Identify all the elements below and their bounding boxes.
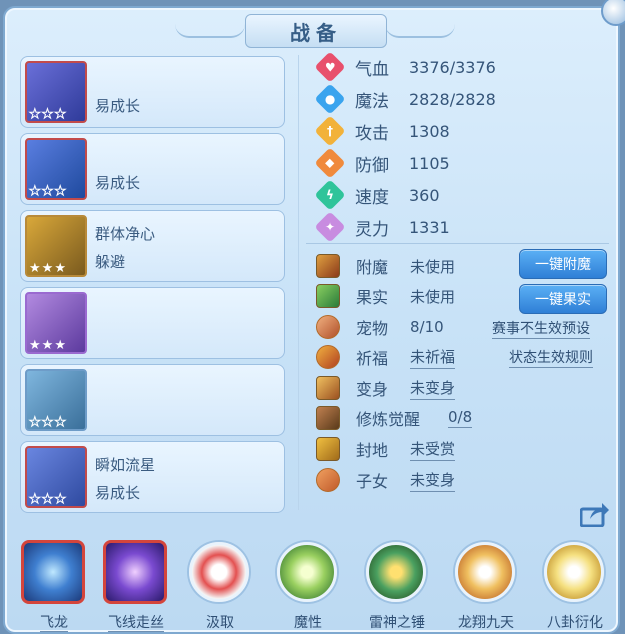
skill-5[interactable]: 雷神之锤 (362, 540, 432, 634)
stat-mp: ● 魔法 2828/2828 (314, 83, 496, 115)
skill-label: 龙翔九天 (458, 615, 514, 631)
skill-6[interactable]: 龙翔九天 (451, 540, 521, 634)
transform-link[interactable]: 未变身 (410, 377, 456, 400)
star-rating: ★ ★ ★ (29, 338, 66, 353)
lightning-icon: ϟ (314, 179, 346, 211)
info-fief: 封地 未受赏 (316, 435, 456, 463)
shield-icon: ◆ (314, 147, 346, 179)
fruit-icon (316, 284, 340, 308)
blessing-icon (316, 345, 340, 369)
info-children: 子女 未变身 (316, 466, 456, 494)
skill-label: 飞线走丝 (108, 615, 164, 632)
skill-label: 雷神之锤 (369, 615, 425, 631)
star-rating: ★ ★ ★ (29, 415, 67, 430)
demon-skill-icon (277, 542, 337, 602)
sword-icon: † (314, 115, 346, 147)
stat-hp: ♥ 气血 3376/3376 (314, 51, 496, 83)
item-skill: 群体净心 (95, 225, 156, 243)
cultivation-icon (316, 406, 340, 430)
share-icon[interactable] (580, 501, 610, 527)
fief-icon (316, 437, 340, 461)
page-title: 战备 (245, 14, 387, 48)
status-rules-link[interactable]: 状态生效规则 (509, 347, 593, 368)
equipment-slot-3[interactable]: ★ ★ ★ 群体净心 躲避 (20, 210, 285, 282)
info-blessing: 祈福 未祈福 (316, 343, 456, 371)
skill-label: 八卦衍化 (547, 615, 603, 631)
children-icon (316, 468, 340, 492)
skill-2[interactable]: 飞线走丝 (101, 540, 171, 634)
info-enchant: 附魔 未使用 (316, 252, 455, 280)
equipment-slot-6[interactable]: ★ ★ ★ 瞬如流星 易成长 (20, 441, 285, 513)
skill-1[interactable]: 飞龙 (19, 540, 89, 634)
heart-icon: ♥ (314, 51, 346, 83)
stat-speed: ϟ 速度 360 (314, 179, 440, 211)
star-rating: ★ ★ ★ (29, 492, 67, 507)
item-trait: 易成长 (95, 174, 141, 192)
enchant-icon (316, 254, 340, 278)
title-ornament-right (385, 24, 455, 38)
mana-icon: ● (314, 83, 346, 115)
blessing-link[interactable]: 未祈福 (410, 346, 456, 369)
item-trait: 躲避 (95, 253, 126, 271)
cultivation-link[interactable]: 0/8 (448, 408, 473, 428)
star-rating: ★ ★ ★ (29, 261, 66, 276)
pet-icon (316, 315, 340, 339)
item-trait: 易成长 (95, 484, 141, 502)
equipment-slot-4[interactable]: ★ ★ ★ (20, 287, 285, 359)
dragon-skill-icon (21, 540, 85, 604)
skill-7[interactable]: 八卦衍化 (540, 540, 610, 634)
equipment-slot-1[interactable]: ★ ★ ★ 易成长 (20, 56, 285, 128)
stat-defense: ◆ 防御 1105 (314, 147, 450, 179)
hammer-skill-icon (366, 542, 426, 602)
stat-attack: † 攻击 1308 (314, 115, 450, 147)
info-cultivation: 修炼觉醒 0/8 (316, 404, 473, 432)
children-link[interactable]: 未变身 (410, 469, 456, 492)
info-pet: 宠物 8/10 (316, 313, 444, 341)
one-click-fruit-button[interactable]: 一键果实 (519, 284, 607, 314)
transform-icon (316, 376, 340, 400)
fief-link[interactable]: 未受赏 (410, 438, 456, 461)
skill-label: 魔性 (294, 615, 322, 631)
stat-spirit: ✦ 灵力 1331 (314, 211, 450, 243)
skill-4[interactable]: 魔性 (273, 540, 343, 634)
skill-label: 飞龙 (40, 615, 68, 632)
star-rating: ★ ★ ★ (29, 107, 67, 122)
spirit-icon: ✦ (314, 211, 346, 243)
bagua-skill-icon (544, 542, 604, 602)
star-rating: ★ ★ ★ (29, 184, 67, 199)
skill-3[interactable]: 汲取 (185, 540, 255, 634)
info-transform: 变身 未变身 (316, 374, 456, 402)
thread-skill-icon (103, 540, 167, 604)
one-click-enchant-button[interactable]: 一键附魔 (519, 249, 607, 279)
soaring-skill-icon (455, 542, 515, 602)
title-ornament-left (175, 24, 245, 38)
skill-label: 汲取 (206, 615, 234, 631)
equipment-slot-2[interactable]: ★ ★ ★ 易成长 (20, 133, 285, 205)
item-skill: 瞬如流星 (95, 456, 156, 474)
equipment-slot-5[interactable]: ★ ★ ★ (20, 364, 285, 436)
info-fruit: 果实 未使用 (316, 282, 455, 310)
stats-divider (306, 243, 609, 244)
absorb-skill-icon (189, 542, 249, 602)
item-trait: 易成长 (95, 97, 141, 115)
column-divider (298, 55, 299, 510)
event-preset-link[interactable]: 赛事不生效预设 (492, 318, 590, 339)
